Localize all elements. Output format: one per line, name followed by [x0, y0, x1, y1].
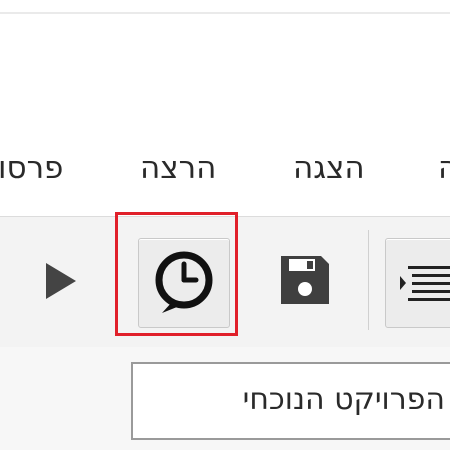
menu-item-view[interactable]: הצגה [293, 148, 365, 188]
outline-button[interactable] [385, 238, 450, 328]
save-button[interactable] [276, 250, 334, 310]
window-top-divider [0, 12, 450, 14]
menu-item-partial-right[interactable]: ה [438, 148, 450, 188]
menu-bar: ה הצגה הרצה פרסו [0, 138, 450, 202]
menu-item-publish-partial[interactable]: פרסו [0, 148, 63, 188]
run-button[interactable] [38, 250, 84, 312]
list-outline-icon [400, 266, 450, 301]
play-icon [46, 263, 76, 299]
schedule-button[interactable] [138, 238, 230, 328]
toolbar-separator [368, 230, 369, 330]
current-project-label: הפרויקט הנוכחי [242, 382, 445, 417]
menu-item-run[interactable]: הרצה [140, 148, 216, 188]
save-icon [281, 256, 329, 304]
current-project-field[interactable]: הפרויקט הנוכחי [131, 362, 450, 440]
clock-speech-bubble-icon [155, 251, 213, 313]
